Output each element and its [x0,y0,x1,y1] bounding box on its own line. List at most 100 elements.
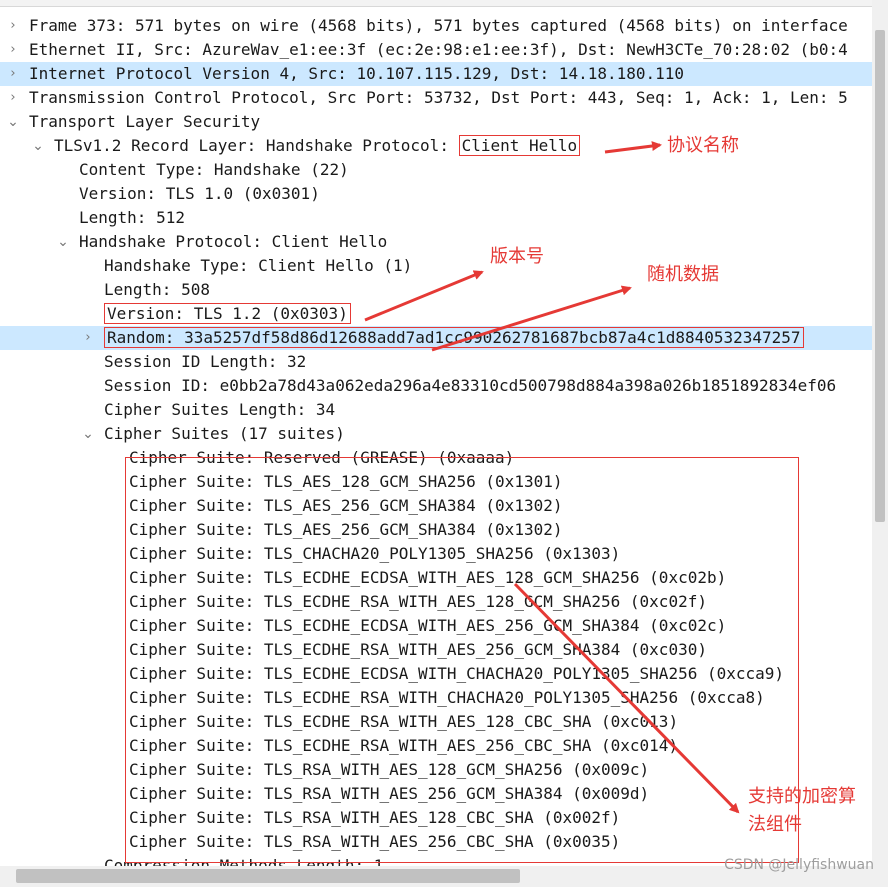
annotation-random-data: 随机数据 [647,264,719,285]
tree-row-text: Content Type: Handshake (22) [79,158,349,182]
tree-row-text: Cipher Suite: TLS_RSA_WITH_AES_128_GCM_S… [129,758,649,782]
tree-row-label: Session ID: e0bb2a78d43a062eda296a4e8331… [104,376,837,395]
highlighted-field: Client Hello [458,135,581,156]
tree-row[interactable]: Cipher Suite: TLS_ECDHE_RSA_WITH_AES_256… [0,638,872,662]
tree-row-text: Cipher Suite: TLS_ECDHE_ECDSA_WITH_CHACH… [129,662,784,686]
tree-row-text: Cipher Suite: TLS_ECDHE_RSA_WITH_CHACHA2… [129,686,765,710]
tree-row[interactable]: ⌄ Transport Layer Security [0,110,872,134]
tree-row-label: Cipher Suite: TLS_ECDHE_RSA_WITH_AES_256… [129,736,679,755]
chevron-down-icon[interactable]: ⌄ [56,230,70,254]
tree-row-label: Cipher Suite: TLS_AES_256_GCM_SHA384 (0x… [129,496,563,515]
tree-row-label: Internet Protocol Version 4, Src: 10.107… [29,64,685,83]
tree-row-text: Handshake Type: Client Hello (1) [104,254,412,278]
tree-row[interactable]: Cipher Suite: TLS_ECDHE_RSA_WITH_AES_256… [0,734,872,758]
tree-row[interactable]: Cipher Suite: TLS_ECDHE_RSA_WITH_AES_128… [0,710,872,734]
tree-row-text: Cipher Suites (17 suites) [104,422,345,446]
tree-row-label: Frame 373: 571 bytes on wire (4568 bits)… [29,16,848,35]
tree-row[interactable]: Cipher Suite: TLS_ECDHE_ECDSA_WITH_CHACH… [0,662,872,686]
tree-row-label: Cipher Suites (17 suites) [104,424,345,443]
tree-row-label: Content Type: Handshake (22) [79,160,349,179]
annotation-protocol-name: 协议名称 [667,135,739,156]
packet-details-tree[interactable]: › Frame 373: 571 bytes on wire (4568 bits… [0,14,872,878]
tree-row-text: Cipher Suite: TLS_RSA_WITH_AES_128_CBC_S… [129,806,620,830]
tree-row-text: Cipher Suite: Reserved (GREASE) (0xaaaa) [129,446,514,470]
annotation-version-number: 版本号 [490,246,544,267]
tree-row-text: Cipher Suite: TLS_AES_256_GCM_SHA384 (0x… [129,494,562,518]
tree-row[interactable]: Cipher Suite: TLS_RSA_WITH_AES_128_CBC_S… [0,806,872,830]
top-pane-edge [0,0,888,7]
tree-row[interactable]: ⌄ TLSv1.2 Record Layer: Handshake Protoco… [0,134,872,158]
tree-row[interactable]: Cipher Suite: TLS_ECDHE_RSA_WITH_AES_128… [0,590,872,614]
tree-row-label: Cipher Suite: Reserved (GREASE) (0xaaaa) [129,448,515,467]
tree-row[interactable]: Cipher Suite: TLS_AES_256_GCM_SHA384 (0x… [0,518,872,542]
tree-row-label: Cipher Suite: TLS_CHACHA20_POLY1305_SHA2… [129,544,621,563]
tree-row[interactable]: Cipher Suite: TLS_ECDHE_RSA_WITH_CHACHA2… [0,686,872,710]
tree-row[interactable]: Cipher Suite: TLS_RSA_WITH_AES_256_GCM_S… [0,782,872,806]
tree-row[interactable]: Cipher Suite: TLS_CHACHA20_POLY1305_SHA2… [0,542,872,566]
chevron-down-icon[interactable]: ⌄ [31,134,45,158]
chevron-right-icon[interactable]: › [6,14,20,38]
tree-row-label: Transport Layer Security [29,112,261,131]
tree-row-text: Cipher Suite: TLS_AES_256_GCM_SHA384 (0x… [129,518,562,542]
tree-row[interactable]: Session ID Length: 32 [0,350,872,374]
tree-row[interactable]: › Frame 373: 571 bytes on wire (4568 bits… [0,14,872,38]
tree-row-text: Length: 508 [104,278,210,302]
tree-row[interactable]: Cipher Suite: TLS_ECDHE_ECDSA_WITH_AES_2… [0,614,872,638]
chevron-down-icon[interactable]: ⌄ [6,110,20,134]
tree-row-label: Length: 512 [79,208,185,227]
tree-row[interactable]: › Internet Protocol Version 4, Src: 10.10… [0,62,872,86]
chevron-right-icon[interactable]: › [6,86,20,110]
tree-row-label: Cipher Suite: TLS_RSA_WITH_AES_128_GCM_S… [129,760,650,779]
tree-row[interactable]: ⌄ Handshake Protocol: Client Hello [0,230,872,254]
tree-row-text: Transmission Control Protocol, Src Port:… [29,86,848,110]
tree-row[interactable]: Cipher Suite: TLS_AES_128_GCM_SHA256 (0x… [0,470,872,494]
tree-row[interactable]: Cipher Suites Length: 34 [0,398,872,422]
tree-row[interactable]: › Ethernet II, Src: AzureWav_e1:ee:3f (ec… [0,38,872,62]
tree-row-label: TLSv1.2 Record Layer: Handshake Protocol… [54,136,459,155]
tree-row[interactable]: Cipher Suite: TLS_ECDHE_ECDSA_WITH_AES_1… [0,566,872,590]
tree-row-text: Version: TLS 1.2 (0x0303) [104,302,351,326]
tree-row-text: Cipher Suite: TLS_ECDHE_RSA_WITH_AES_256… [129,638,707,662]
highlighted-field: Version: TLS 1.2 (0x0303) [104,303,351,324]
tree-row-text: Internet Protocol Version 4, Src: 10.107… [29,62,684,86]
tree-row[interactable]: Cipher Suite: TLS_RSA_WITH_AES_128_GCM_S… [0,758,872,782]
chevron-right-icon[interactable]: › [6,62,20,86]
tree-row[interactable]: ⌄ Cipher Suites (17 suites) [0,422,872,446]
annotation-cipher-suites-line2: 法组件 [748,814,802,835]
chevron-down-icon[interactable]: ⌄ [81,422,95,446]
tree-row[interactable]: Session ID: e0bb2a78d43a062eda296a4e8331… [0,374,872,398]
tree-row[interactable]: › Random: 33a5257df58d86d12688add7ad1cc99… [0,326,872,350]
tree-row[interactable]: Cipher Suite: Reserved (GREASE) (0xaaaa) [0,446,872,470]
tree-row[interactable]: Cipher Suite: TLS_RSA_WITH_AES_256_CBC_S… [0,830,872,854]
tree-row-text: Version: TLS 1.0 (0x0301) [79,182,320,206]
tree-row-label: Cipher Suite: TLS_RSA_WITH_AES_256_CBC_S… [129,832,621,851]
chevron-right-icon[interactable]: › [6,38,20,62]
horizontal-scroll-thumb[interactable] [16,869,520,883]
tree-row[interactable]: Handshake Type: Client Hello (1) [0,254,872,278]
vertical-scroll-thumb[interactable] [875,30,885,522]
tree-row-text: Cipher Suite: TLS_RSA_WITH_AES_256_GCM_S… [129,782,649,806]
tree-row[interactable]: Cipher Suite: TLS_AES_256_GCM_SHA384 (0x… [0,494,872,518]
tree-row-label: Session ID Length: 32 [104,352,307,371]
tree-row[interactable]: Content Type: Handshake (22) [0,158,872,182]
tree-row-label: Length: 508 [104,280,210,299]
tree-row-text: Handshake Protocol: Client Hello [79,230,387,254]
tree-row-label: Handshake Type: Client Hello (1) [104,256,413,275]
tree-row[interactable]: Version: TLS 1.2 (0x0303) [0,302,872,326]
highlighted-field: Random: 33a5257df58d86d12688add7ad1cc990… [104,327,804,348]
tree-row-text: Cipher Suite: TLS_ECDHE_ECDSA_WITH_AES_2… [129,614,726,638]
tree-row-text: Transport Layer Security [29,110,260,134]
tree-row-label: Cipher Suite: TLS_RSA_WITH_AES_256_GCM_S… [129,784,650,803]
tree-row[interactable]: Length: 508 [0,278,872,302]
tree-row-label: Cipher Suite: TLS_ECDHE_ECDSA_WITH_AES_1… [129,568,727,587]
tree-row-label: Cipher Suite: TLS_ECDHE_RSA_WITH_CHACHA2… [129,688,765,707]
tree-row-label: Cipher Suite: TLS_ECDHE_RSA_WITH_AES_128… [129,712,679,731]
tree-row-text: Cipher Suite: TLS_ECDHE_RSA_WITH_AES_256… [129,734,678,758]
tree-row-label: Ethernet II, Src: AzureWav_e1:ee:3f (ec:… [29,40,848,59]
tree-row-text: Cipher Suites Length: 34 [104,398,335,422]
tree-row-text: Cipher Suite: TLS_AES_128_GCM_SHA256 (0x… [129,470,562,494]
chevron-right-icon[interactable]: › [81,326,95,350]
tree-row[interactable]: › Transmission Control Protocol, Src Port… [0,86,872,110]
tree-row[interactable]: Length: 512 [0,206,872,230]
tree-row[interactable]: Version: TLS 1.0 (0x0301) [0,182,872,206]
